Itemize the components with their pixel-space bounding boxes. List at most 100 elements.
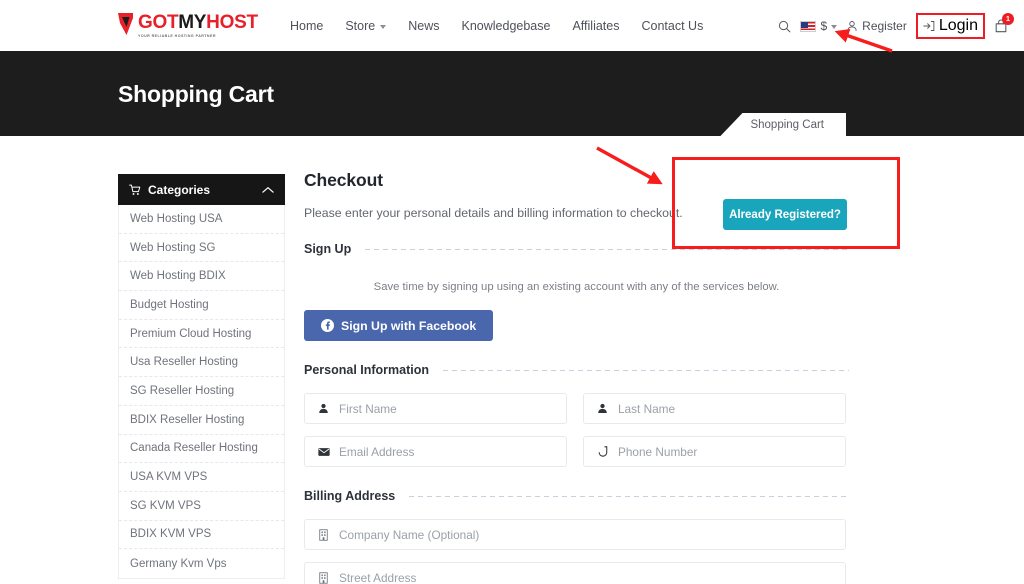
search-button[interactable] (778, 20, 791, 33)
billing-address-fields: Company Name (Optional) Street Address (304, 519, 849, 584)
billing-address-section-title: Billing Address (304, 489, 396, 503)
login-button[interactable]: Login (915, 13, 985, 39)
sidebar-item-label: BDIX Reseller Hosting (130, 413, 245, 426)
chevron-up-icon[interactable] (262, 186, 274, 194)
sidebar-item-bdix-reseller-hosting[interactable]: BDIX Reseller Hosting (119, 406, 284, 435)
sidebar-item-budget-hosting[interactable]: Budget Hosting (119, 291, 284, 320)
nav-label-news: News (408, 19, 440, 33)
building-icon (317, 571, 330, 584)
cart-button[interactable]: 1 (994, 13, 1014, 33)
page-title: Shopping Cart (118, 81, 274, 107)
login-label: Login (938, 17, 978, 34)
site-header: GOTMYHOST YOUR RELIABLE HOSTING PARTNER … (0, 0, 1024, 51)
cart-icon (129, 184, 141, 196)
company-name-placeholder: Company Name (Optional) (339, 527, 480, 542)
logo-wordmark: GOTMYHOST (138, 13, 258, 32)
nav-label-store: Store (345, 19, 376, 33)
logo-text: GOTMYHOST YOUR RELIABLE HOSTING PARTNER (138, 13, 258, 39)
section-divider (443, 369, 849, 371)
nav-item-knowledgebase[interactable]: Knowledgebase (462, 19, 551, 33)
site-logo[interactable]: GOTMYHOST YOUR RELIABLE HOSTING PARTNER (118, 13, 258, 39)
sidebar-item-sg-kvm-vps[interactable]: SG KVM VPS (119, 492, 284, 521)
signup-note: Save time by signing up using an existin… (373, 281, 780, 293)
email-address-field[interactable]: Email Address (304, 436, 567, 467)
sidebar-item-label: Web Hosting SG (130, 241, 216, 254)
street-address-placeholder: Street Address (339, 570, 417, 584)
sidebar-item-germany-kvm-vps[interactable]: Germany Kvm Vps (119, 549, 284, 578)
sidebar-item-usa-reseller-hosting[interactable]: Usa Reseller Hosting (119, 348, 284, 378)
sidebar-item-label: USA KVM VPS (130, 471, 208, 484)
sidebar-item-sg-reseller-hosting[interactable]: SG Reseller Hosting (119, 377, 284, 406)
nav-label-home: Home (290, 19, 324, 33)
sidebar-item-web-hosting-bdix[interactable]: Web Hosting BDIX (119, 262, 284, 292)
categories-header[interactable]: Categories (118, 174, 285, 205)
first-name-field[interactable]: First Name (304, 393, 567, 424)
logo-part-host: HOST (206, 12, 258, 33)
categories-sidebar: Categories Web Hosting USA Web Hosting S… (118, 174, 285, 579)
user-icon (596, 403, 609, 414)
sidebar-item-label: Usa Reseller Hosting (130, 356, 239, 369)
us-flag-icon (800, 20, 817, 32)
sidebar-item-label: Premium Cloud Hosting (130, 327, 252, 340)
building-icon (317, 528, 330, 541)
nav-item-news[interactable]: News (408, 19, 439, 33)
logo-part-my: MY (178, 12, 207, 33)
breadcrumb-current: Shopping Cart (750, 118, 824, 131)
street-address-field[interactable]: Street Address (304, 562, 846, 584)
first-name-placeholder: First Name (339, 401, 397, 416)
page-root: GOTMYHOST YOUR RELIABLE HOSTING PARTNER … (0, 0, 1024, 584)
logo-part-got: GOT (138, 12, 179, 33)
register-label: Register (862, 19, 907, 33)
sidebar-item-canada-reseller-hosting[interactable]: Canada Reseller Hosting (119, 435, 284, 464)
sidebar-item-label: Web Hosting BDIX (130, 270, 226, 283)
billing-address-section-header: Billing Address (304, 489, 849, 503)
currency-label: $ (820, 19, 828, 33)
categories-header-label: Categories (148, 182, 211, 197)
section-divider (409, 495, 849, 497)
search-icon (778, 20, 791, 33)
checkout-content: Checkout Please enter your personal deta… (304, 170, 849, 584)
sidebar-item-label: BDIX KVM VPS (130, 528, 212, 541)
sidebar-item-label: SG Reseller Hosting (130, 384, 235, 397)
personal-info-section-title: Personal Information (304, 363, 430, 377)
personal-info-fields: First Name Last Name Email Address Phone… (304, 393, 849, 467)
checkout-heading: Checkout (304, 170, 383, 190)
sidebar-item-bdix-kvm-vps[interactable]: BDIX KVM VPS (119, 521, 284, 550)
nav-item-affiliates[interactable]: Affiliates (572, 19, 619, 33)
logo-mark-icon (118, 13, 135, 35)
nav-item-home[interactable]: Home (290, 19, 323, 33)
facebook-icon (321, 319, 334, 332)
company-name-field[interactable]: Company Name (Optional) (304, 519, 846, 550)
register-button[interactable]: Register (846, 19, 907, 33)
section-divider (365, 248, 849, 250)
last-name-field[interactable]: Last Name (583, 393, 846, 424)
nav-label-affiliates: Affiliates (572, 19, 620, 33)
sidebar-item-label: Web Hosting USA (130, 212, 223, 225)
signup-with-facebook-button[interactable]: Sign Up with Facebook (304, 310, 494, 341)
phone-number-placeholder: Phone Number (618, 444, 698, 459)
main-navigation: Home Store News Knowledgebase Affiliates… (290, 19, 703, 33)
login-arrow-icon (923, 20, 935, 32)
nav-item-store[interactable]: Store (345, 19, 387, 33)
sidebar-item-label: SG KVM VPS (130, 499, 201, 512)
sidebar-item-web-hosting-usa[interactable]: Web Hosting USA (119, 205, 284, 234)
phone-number-field[interactable]: Phone Number (583, 436, 846, 467)
sidebar-item-usa-kvm-vps[interactable]: USA KVM VPS (119, 463, 284, 492)
already-registered-button[interactable]: Already Registered? (723, 199, 847, 230)
personal-info-section-header: Personal Information (304, 363, 849, 377)
categories-list: Web Hosting USA Web Hosting SG Web Hosti… (118, 205, 285, 579)
nav-item-contact-us[interactable]: Contact Us (641, 19, 703, 33)
user-icon (317, 403, 330, 414)
chevron-down-icon (831, 25, 838, 29)
header-tools: $ Register Login 1 (778, 13, 1014, 39)
phone-icon (596, 446, 609, 457)
envelope-icon (317, 447, 330, 457)
currency-selector[interactable]: $ (800, 19, 838, 33)
chevron-down-icon (380, 25, 387, 29)
sidebar-item-web-hosting-sg[interactable]: Web Hosting SG (119, 234, 284, 263)
nav-label-contact-us: Contact Us (641, 19, 704, 33)
facebook-button-label: Sign Up with Facebook (341, 318, 477, 333)
sidebar-item-premium-cloud-hosting[interactable]: Premium Cloud Hosting (119, 320, 284, 349)
sidebar-item-label: Canada Reseller Hosting (130, 442, 258, 455)
logo-tagline: YOUR RELIABLE HOSTING PARTNER (138, 34, 216, 38)
